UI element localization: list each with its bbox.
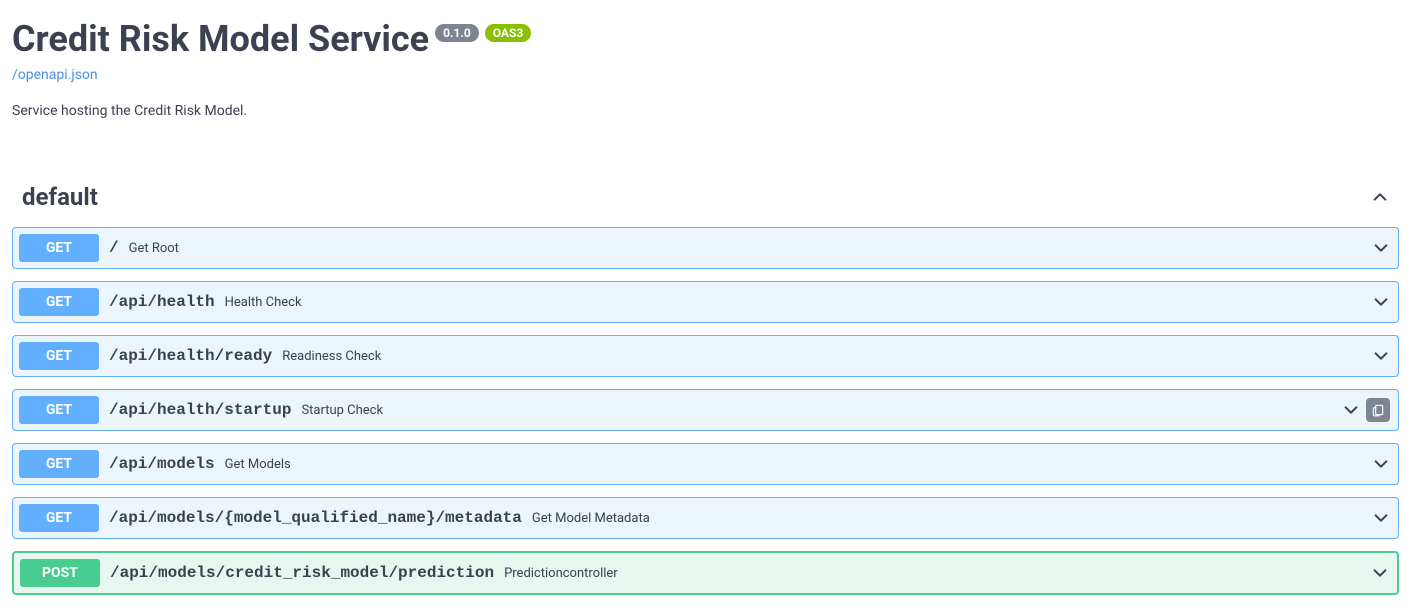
opblock[interactable]: GET/api/health/startup Startup Check — [12, 389, 1399, 431]
endpoint-summary: Get Root — [129, 241, 1364, 256]
tag-header[interactable]: default — [12, 175, 1399, 219]
openapi-spec-link[interactable]: /openapi.json — [12, 67, 98, 83]
clipboard-icon[interactable] — [1366, 398, 1390, 422]
opblock[interactable]: GET/api/models/{model_qualified_name}/me… — [12, 497, 1399, 539]
chevron-down-icon[interactable] — [1372, 239, 1390, 257]
endpoint-path: /api/models — [109, 455, 215, 473]
endpoint-path: /api/health/ready — [109, 347, 272, 365]
chevron-down-icon[interactable] — [1372, 347, 1390, 365]
endpoint-path: /api/models/credit_risk_model/prediction — [110, 564, 494, 582]
http-method-badge: GET — [19, 342, 99, 370]
endpoint-summary: Startup Check — [301, 403, 1334, 418]
page-title: Credit Risk Model Service — [12, 18, 429, 60]
endpoint-path: /api/health — [109, 293, 215, 311]
endpoint-path: / — [109, 239, 119, 257]
chevron-down-icon[interactable] — [1371, 564, 1389, 582]
endpoint-path: /api/models/{model_qualified_name}/metad… — [109, 509, 522, 527]
chevron-up-icon — [1371, 188, 1389, 206]
chevron-down-icon[interactable] — [1372, 455, 1390, 473]
endpoint-summary: Predictioncontroller — [504, 566, 1363, 581]
opblock[interactable]: POST/api/models/credit_risk_model/predic… — [12, 551, 1399, 595]
endpoint-path: /api/health/startup — [109, 401, 291, 419]
version-badge: 0.1.0 — [435, 24, 479, 42]
opblock[interactable]: GET/api/health Health Check — [12, 281, 1399, 323]
opblock[interactable]: GET/api/health/ready Readiness Check — [12, 335, 1399, 377]
http-method-badge: GET — [19, 504, 99, 532]
endpoint-summary: Get Model Metadata — [532, 511, 1364, 526]
http-method-badge: GET — [19, 288, 99, 316]
http-method-badge: POST — [20, 559, 100, 587]
http-method-badge: GET — [19, 450, 99, 478]
endpoint-summary: Get Models — [225, 457, 1364, 472]
opblock[interactable]: GET/api/models Get Models — [12, 443, 1399, 485]
chevron-down-icon[interactable] — [1372, 293, 1390, 311]
http-method-badge: GET — [19, 396, 99, 424]
tag-name: default — [22, 183, 98, 211]
endpoint-summary: Health Check — [225, 295, 1364, 310]
api-description: Service hosting the Credit Risk Model. — [12, 103, 1399, 119]
chevron-down-icon[interactable] — [1342, 401, 1360, 419]
http-method-badge: GET — [19, 234, 99, 262]
opblock[interactable]: GET / Get Root — [12, 227, 1399, 269]
chevron-down-icon[interactable] — [1372, 509, 1390, 527]
endpoint-summary: Readiness Check — [282, 349, 1364, 364]
oas-badge: OAS3 — [485, 24, 532, 42]
